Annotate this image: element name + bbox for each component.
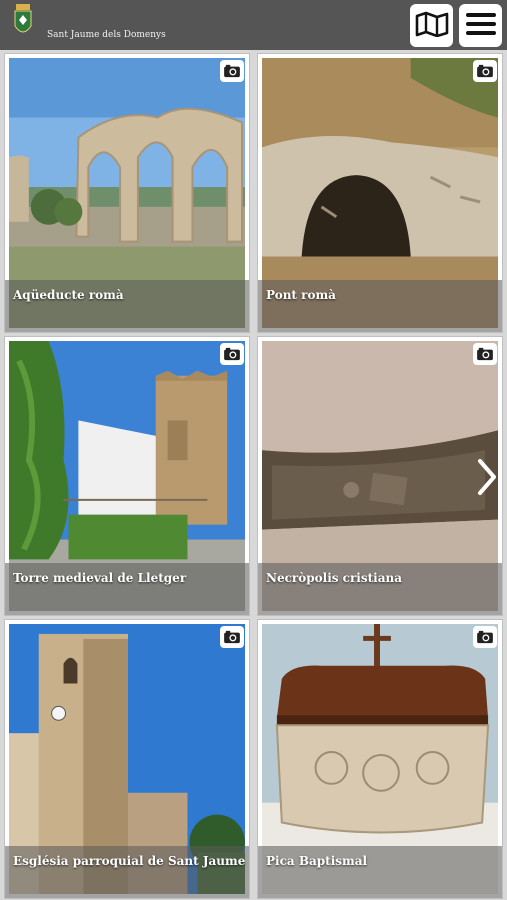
monument-card[interactable]: Església parroquial de Sant Jaume [4,619,250,899]
camera-icon[interactable] [473,343,497,365]
monument-title: Pont romà [266,288,336,302]
chevron-right-icon[interactable] [472,455,502,499]
monument-title: Església parroquial de Sant Jaume [13,854,246,868]
town-name: Sant Jaume dels Domenys [47,30,166,40]
monument-title: Necròpolis cristiana [266,571,403,585]
town-shield-icon[interactable] [10,4,36,42]
monument-title: Aqüeducte romà [13,288,124,302]
monument-title: Torre medieval de Lletger [13,571,187,585]
monument-card[interactable]: Pont romà [257,53,503,333]
monument-card[interactable]: Necròpolis cristiana [257,336,503,616]
monument-title: Pica Baptismal [266,854,368,868]
map-button[interactable] [410,4,453,47]
camera-icon[interactable] [473,60,497,82]
camera-icon[interactable] [220,343,244,365]
menu-button[interactable] [459,4,502,47]
camera-icon[interactable] [220,60,244,82]
top-bar: Sant Jaume dels Domenys [0,0,507,50]
camera-icon[interactable] [473,626,497,648]
monument-card[interactable]: Pica Baptismal [257,619,503,899]
monument-grid: Aqüeducte romà Pont romà Torre medieval … [0,50,507,900]
map-icon [415,11,449,41]
hamburger-menu-icon [465,11,497,41]
monument-card[interactable]: Torre medieval de Lletger [4,336,250,616]
monument-card[interactable]: Aqüeducte romà [4,53,250,333]
camera-icon[interactable] [220,626,244,648]
